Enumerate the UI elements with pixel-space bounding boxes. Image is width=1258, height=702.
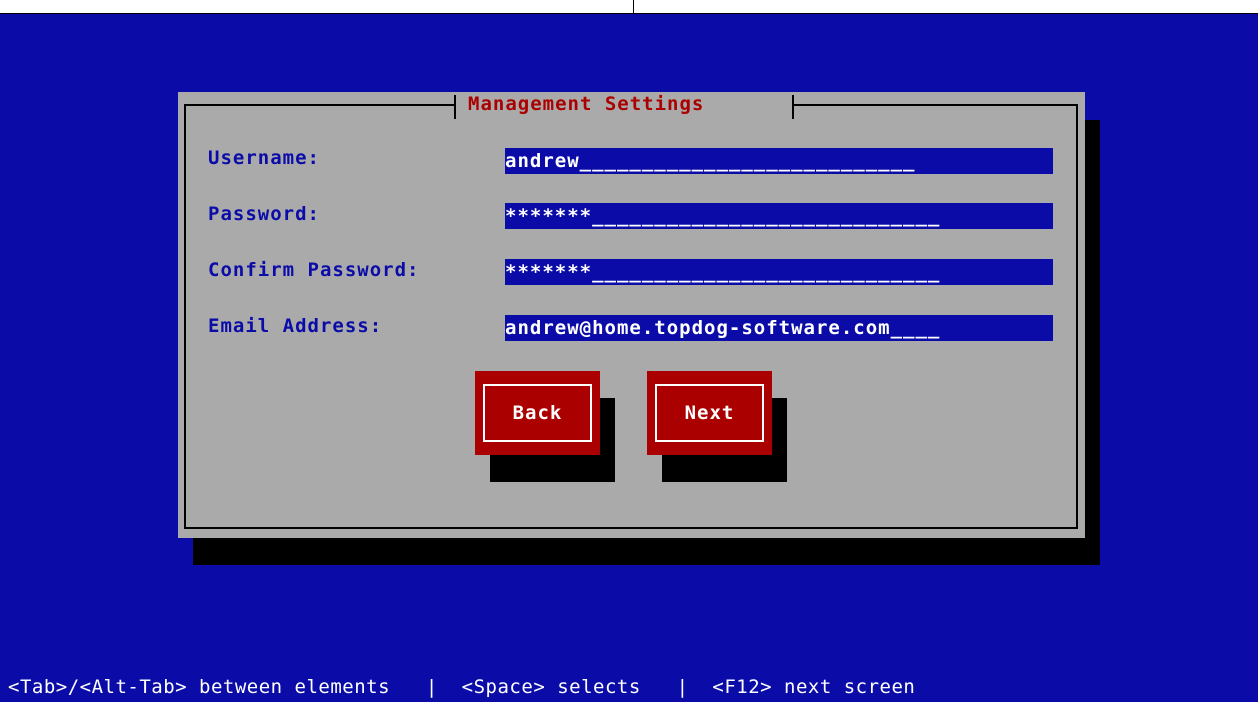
top-strip-divider [633, 0, 634, 14]
email-label: Email Address: [208, 315, 383, 337]
next-button-label: Next [655, 384, 764, 442]
back-button-label: Back [483, 384, 592, 442]
next-button[interactable]: Next [647, 371, 772, 455]
title-tick-left [454, 95, 456, 119]
email-filler: ____ [890, 317, 941, 339]
email-value: andrew@home.topdog-software.com [505, 317, 891, 339]
password-input[interactable]: *******____________________________ [505, 203, 1053, 229]
title-tick-right [792, 95, 794, 119]
help-statusbar: <Tab>/<Alt-Tab> between elements | <Spac… [8, 676, 916, 698]
email-input[interactable]: andrew@home.topdog-software.com____ [505, 315, 1053, 341]
username-value: andrew [505, 150, 580, 172]
password-value: ******* [505, 205, 593, 227]
frame-top-left [184, 104, 454, 106]
username-label: Username: [208, 147, 320, 169]
confirm-password-label: Confirm Password: [208, 259, 420, 281]
password-filler: ____________________________ [592, 205, 941, 227]
dialog-title: Management Settings [468, 93, 705, 115]
confirm-password-value: ******* [505, 261, 593, 283]
username-filler: ___________________________ [579, 150, 916, 172]
back-button[interactable]: Back [475, 371, 600, 455]
top-strip [0, 0, 1258, 14]
password-label: Password: [208, 203, 320, 225]
username-input[interactable]: andrew___________________________ [505, 148, 1053, 174]
confirm-password-input[interactable]: *******____________________________ [505, 259, 1053, 285]
confirm-password-filler: ____________________________ [592, 261, 941, 283]
frame-top-right [794, 104, 1078, 106]
management-settings-dialog: Management Settings Username: andrew____… [178, 92, 1085, 538]
